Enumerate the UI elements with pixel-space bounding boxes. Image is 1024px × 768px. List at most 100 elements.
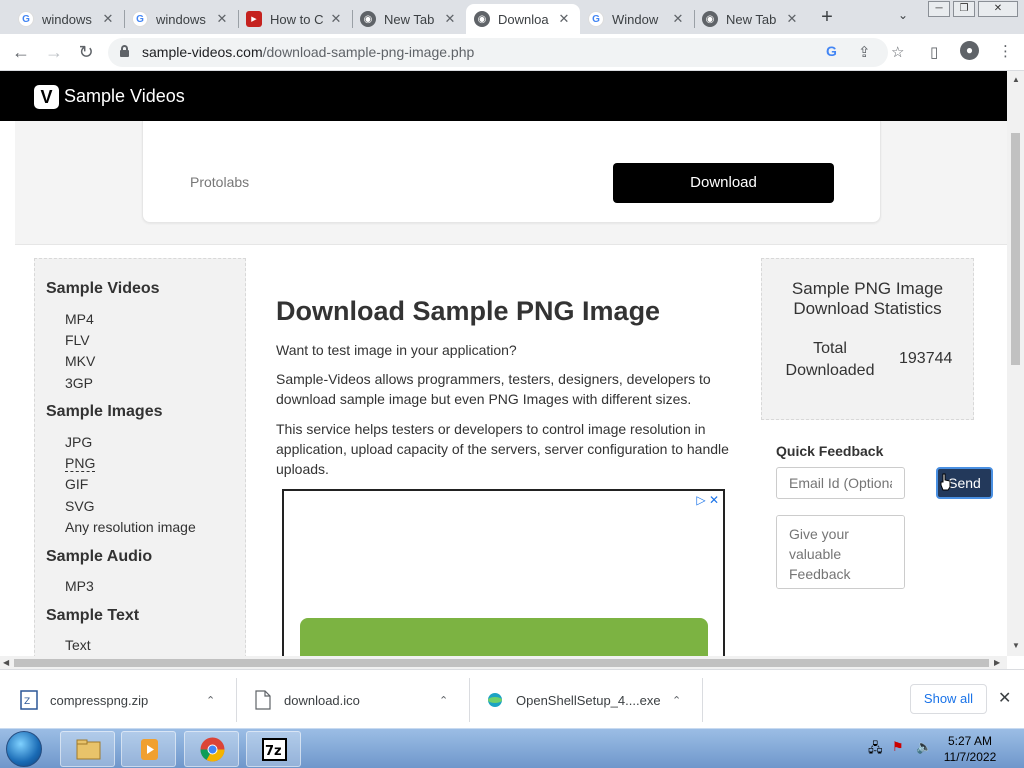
- sidebar-item-mkv[interactable]: MKV: [65, 353, 95, 369]
- network-tray-icon[interactable]: 🖧: [868, 739, 883, 761]
- tab-strip: G windows ✕ G windows ✕ ▶ How to C ✕ ◉ N…: [0, 0, 1024, 34]
- vertical-scroll-thumb[interactable]: [1011, 133, 1020, 365]
- system-clock[interactable]: 5:27 AM 11/7/2022: [940, 733, 1000, 765]
- url-text[interactable]: sample-videos.com/download-sample-png-im…: [142, 44, 474, 60]
- scroll-up-icon[interactable]: ▲: [1012, 75, 1020, 84]
- close-icon[interactable]: ✕: [670, 11, 686, 27]
- svg-text:7z: 7z: [265, 744, 282, 759]
- download-item-ico[interactable]: download.ico ⌃: [254, 680, 466, 720]
- tab-2[interactable]: G windows ✕: [124, 4, 238, 34]
- new-tab-button[interactable]: +: [816, 6, 838, 29]
- sidebar-item-text[interactable]: Text: [65, 637, 91, 653]
- feedback-textarea[interactable]: [776, 515, 905, 589]
- close-downloads-icon[interactable]: ✕: [998, 688, 1011, 708]
- sidebar-item-mp4[interactable]: MP4: [65, 311, 94, 327]
- sidebar-item-gif[interactable]: GIF: [65, 476, 88, 492]
- sidebar-item-any-resolution[interactable]: Any resolution image: [65, 519, 196, 535]
- chevron-up-icon[interactable]: ⌃: [672, 694, 681, 707]
- tab-4[interactable]: ◉ New Tab ✕: [352, 4, 466, 34]
- sidebar-item-flv[interactable]: FLV: [65, 332, 90, 348]
- back-arrow-icon[interactable]: ←: [10, 42, 32, 63]
- tab-1[interactable]: G windows ✕: [10, 4, 124, 34]
- email-field[interactable]: [776, 467, 905, 499]
- stats-label: Total Downloaded: [785, 340, 875, 379]
- page-title: Download Sample PNG Image: [276, 296, 661, 326]
- sidebar-item-mp3[interactable]: MP3: [65, 578, 94, 594]
- close-icon[interactable]: ✕: [556, 11, 572, 27]
- site-logo-text[interactable]: Sample Videos: [64, 86, 185, 107]
- sidebar-item-svg[interactable]: SVG: [65, 498, 95, 514]
- chrome-icon: [200, 737, 225, 762]
- service-paragraph: This service helps testers or developers…: [276, 421, 729, 477]
- red-site-icon: ▶: [246, 11, 262, 27]
- download-item-zip[interactable]: Z compresspng.zip ⌃: [20, 680, 232, 720]
- vertical-scrollbar[interactable]: ▲ ▼: [1007, 71, 1024, 656]
- svg-text:Z: Z: [24, 697, 30, 707]
- horizontal-scrollbar[interactable]: ◀ ▶: [0, 656, 1007, 669]
- chevron-up-icon[interactable]: ⌃: [439, 694, 448, 707]
- download-statistics: Sample PNG Image Download Statistics Tot…: [761, 258, 974, 420]
- taskbar-explorer[interactable]: [60, 731, 115, 767]
- sidebar-heading-audio: Sample Audio: [46, 548, 153, 565]
- ad-brand[interactable]: Protolabs: [190, 174, 249, 190]
- stats-title: Sample PNG Image Download Statistics: [791, 279, 944, 318]
- 7zip-icon: 7z: [262, 738, 287, 761]
- sidebar-item-png[interactable]: PNG: [65, 455, 96, 472]
- close-icon[interactable]: ✕: [442, 11, 458, 27]
- profile-avatar-icon[interactable]: ●: [960, 41, 979, 60]
- tab-6[interactable]: G Window ✕: [580, 4, 694, 34]
- description-paragraph: Sample-Videos allows programmers, tester…: [276, 371, 711, 407]
- chevron-up-icon[interactable]: ⌃: [206, 694, 215, 707]
- share-icon[interactable]: ⇪: [858, 43, 871, 61]
- forward-arrow-icon[interactable]: →: [43, 42, 65, 63]
- ad-download-button[interactable]: Download: [613, 163, 834, 203]
- tab-5-active[interactable]: ◉ Downloa ✕: [466, 4, 580, 34]
- close-window-button[interactable]: ✕: [978, 1, 1018, 17]
- google-lens-icon[interactable]: G: [826, 43, 837, 59]
- google-icon: G: [18, 11, 34, 27]
- restore-button[interactable]: ❐: [953, 1, 975, 17]
- show-all-button[interactable]: Show all: [910, 684, 987, 714]
- chrome-icon: ◉: [702, 11, 718, 27]
- scroll-down-icon[interactable]: ▼: [1012, 641, 1020, 650]
- close-icon[interactable]: ✕: [214, 11, 230, 27]
- close-icon[interactable]: ✕: [784, 11, 800, 27]
- taskbar-chrome[interactable]: [184, 731, 239, 767]
- taskbar-media-player[interactable]: [121, 731, 176, 767]
- side-panel-icon[interactable]: ▯: [930, 43, 938, 61]
- sidebar-heading-text: Sample Text: [46, 607, 140, 624]
- action-center-tray-icon[interactable]: ⚑: [892, 739, 904, 755]
- bookmark-star-icon[interactable]: ☆: [891, 43, 904, 61]
- close-icon[interactable]: ✕: [328, 11, 344, 27]
- intro-paragraph: Want to test image in your application?: [276, 342, 517, 358]
- ad-card[interactable]: Protolabs Download: [142, 121, 881, 223]
- close-icon[interactable]: ✕: [100, 11, 116, 27]
- site-logo-icon[interactable]: V: [34, 85, 59, 109]
- sidebar-item-jpg[interactable]: JPG: [65, 434, 92, 450]
- scroll-right-icon[interactable]: ▶: [994, 658, 1000, 667]
- tab-search-chevron-icon[interactable]: ⌄: [898, 8, 908, 22]
- minimize-button[interactable]: ─: [928, 1, 950, 17]
- reload-icon[interactable]: ↻: [75, 42, 97, 63]
- volume-tray-icon[interactable]: 🔈: [916, 739, 932, 755]
- download-item-exe[interactable]: OpenShellSetup_4....exe ⌃: [486, 680, 698, 720]
- taskbar: 7z 🖧 ⚑ 🔈 5:27 AM 11/7/2022: [0, 728, 1024, 768]
- chrome-icon: ◉: [360, 11, 376, 27]
- feedback-title: Quick Feedback: [776, 443, 884, 459]
- menu-dots-icon[interactable]: ⋮: [998, 42, 1013, 60]
- address-bar[interactable]: sample-videos.com/download-sample-png-im…: [108, 38, 888, 67]
- sidebar-heading-videos: Sample Videos: [46, 280, 160, 297]
- hand-cursor-icon: [940, 473, 951, 491]
- sidebar-heading-images: Sample Images: [46, 403, 163, 420]
- sidebar-item-3gp[interactable]: 3GP: [65, 375, 93, 391]
- taskbar-7zip[interactable]: 7z: [246, 731, 301, 767]
- horizontal-scroll-thumb[interactable]: [14, 659, 989, 667]
- advertisement-box[interactable]: ▷ ✕: [282, 489, 725, 669]
- downloads-bar: Z compresspng.zip ⌃ download.ico ⌃ OpenS…: [0, 669, 1024, 728]
- start-button[interactable]: [6, 731, 42, 767]
- folder-icon: [76, 739, 101, 760]
- adchoices-icon[interactable]: ▷ ✕: [696, 493, 719, 507]
- scroll-left-icon[interactable]: ◀: [3, 658, 9, 667]
- tab-7[interactable]: ◉ New Tab ✕: [694, 4, 808, 34]
- tab-3[interactable]: ▶ How to C ✕: [238, 4, 352, 34]
